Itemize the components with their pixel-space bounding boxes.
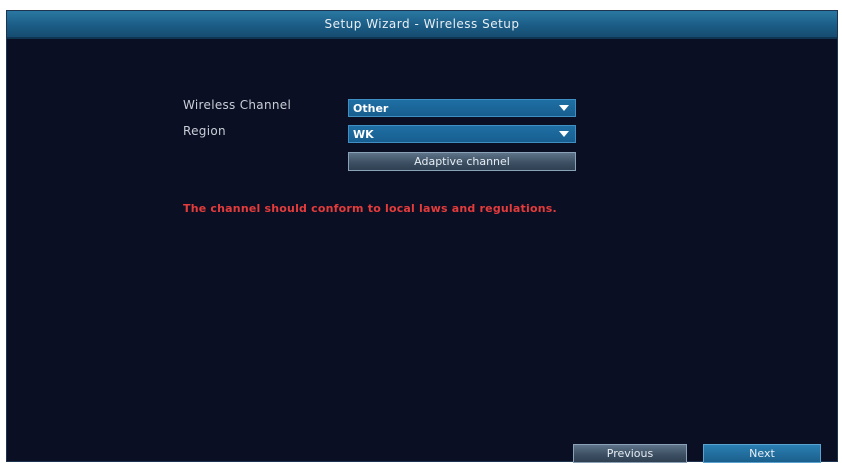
dropdown-arrow-icon: [559, 131, 569, 137]
window-title: Setup Wizard - Wireless Setup: [324, 17, 520, 31]
regulation-warning: The channel should conform to local laws…: [183, 202, 557, 215]
adaptive-channel-button[interactable]: Adaptive channel: [348, 152, 576, 171]
region-value: WK: [353, 127, 374, 141]
title-bar: Setup Wizard - Wireless Setup: [7, 11, 837, 39]
region-select[interactable]: WK: [348, 125, 576, 143]
dropdown-arrow-icon: [559, 105, 569, 111]
wireless-channel-select[interactable]: Other: [348, 99, 576, 117]
region-label: Region: [183, 124, 226, 138]
wireless-channel-value: Other: [353, 101, 389, 115]
wireless-channel-label: Wireless Channel: [183, 98, 292, 112]
next-button[interactable]: Next: [703, 444, 821, 463]
previous-button[interactable]: Previous: [573, 444, 687, 463]
wizard-window: Setup Wizard - Wireless Setup Wireless C…: [6, 10, 838, 463]
